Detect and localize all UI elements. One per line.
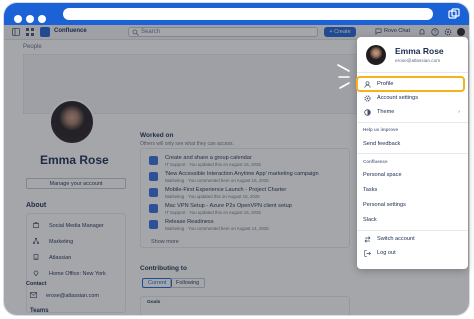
sparkle-icon (337, 64, 350, 89)
theme-icon (364, 109, 371, 116)
divider (357, 230, 468, 231)
address-bar[interactable] (63, 8, 433, 20)
switch-account-icon (364, 236, 371, 243)
section-confluence: Confluence (363, 159, 388, 164)
window-dot[interactable] (26, 15, 34, 23)
menu-item-personal-settings[interactable]: Personal settings (357, 199, 468, 212)
menu-item-label: Personal settings (363, 202, 406, 208)
menu-item-account-settings[interactable]: Account settings (357, 92, 468, 105)
menu-item-tasks[interactable]: Tasks (357, 184, 468, 197)
tabs-icon[interactable] (448, 8, 460, 20)
menu-item-label: Send feedback (363, 141, 401, 147)
menu-item-personal-space[interactable]: Personal space (357, 169, 468, 182)
menu-item-switch-account[interactable]: Switch account (357, 233, 468, 246)
menu-item-label: Personal space (363, 172, 402, 178)
gear-icon (364, 95, 371, 102)
menu-user-name: Emma Rose (395, 46, 444, 56)
browser-toolbar (4, 3, 469, 25)
person-icon (364, 81, 371, 88)
log-out-icon (364, 250, 371, 257)
profile-menu: Emma Rose erose@atlassian.com Account se… (357, 37, 468, 269)
menu-item-slack[interactable]: Slack (357, 214, 468, 227)
menu-item-label: Slack (363, 217, 377, 223)
divider (357, 72, 468, 73)
menu-item-profile[interactable]: Profile (356, 76, 465, 92)
menu-item-label: Switch account (377, 236, 415, 242)
avatar (366, 45, 386, 65)
menu-item-label: Theme (377, 109, 395, 115)
menu-item-label: Account settings (377, 95, 419, 101)
menu-user-email: erose@atlassian.com (395, 58, 441, 63)
section-help-improve: Help us improve (363, 127, 399, 132)
menu-item-theme[interactable]: Theme › (357, 106, 468, 119)
menu-item-log-out[interactable]: Log out (357, 247, 468, 260)
menu-item-send-feedback[interactable]: Send feedback (357, 138, 468, 151)
divider (357, 153, 468, 154)
window-dot[interactable] (14, 15, 22, 23)
chevron-right-icon: › (458, 109, 460, 115)
divider (357, 122, 468, 123)
menu-item-label: Profile (377, 81, 394, 87)
menu-item-label: Log out (377, 250, 396, 256)
window-dot[interactable] (38, 15, 46, 23)
menu-item-label: Tasks (363, 187, 378, 193)
